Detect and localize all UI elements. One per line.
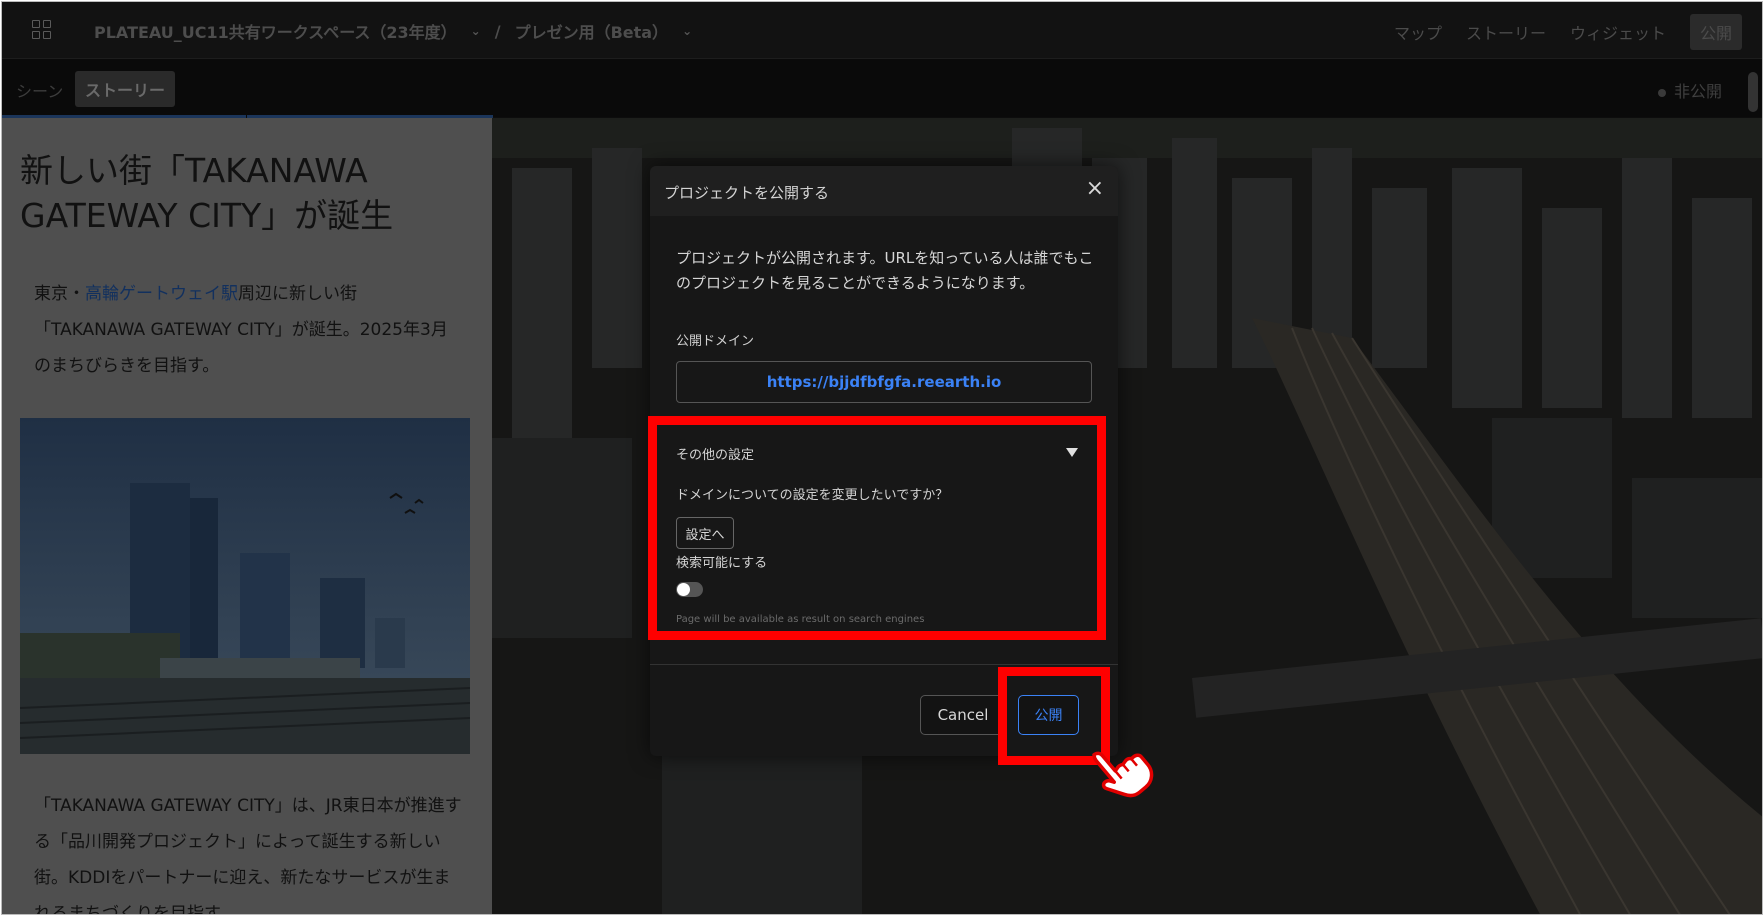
nav-map[interactable]: マップ bbox=[1394, 20, 1442, 44]
domain-label: 公開ドメイン bbox=[676, 334, 755, 349]
scrollbar[interactable] bbox=[1748, 72, 1758, 112]
apps-grid-icon[interactable] bbox=[32, 20, 52, 40]
annotation-highlight-settings bbox=[648, 416, 1106, 640]
dialog-header: プロジェクトを公開する × bbox=[650, 166, 1118, 216]
dialog-description: プロジェクトが公開されます。URLを知っている人は誰でもこのプロジェクトを見るこ… bbox=[676, 249, 1094, 292]
publish-status-label: 非公開 bbox=[1673, 82, 1722, 101]
cancel-button[interactable]: Cancel bbox=[920, 695, 1006, 735]
chevron-down-icon[interactable]: ⌄ bbox=[682, 24, 692, 38]
workspace-name[interactable]: PLATEAU_UC11共有ワークスペース（23年度） bbox=[94, 19, 457, 43]
app-window: PLATEAU_UC11共有ワークスペース（23年度） ⌄ / プレゼン用（Be… bbox=[1, 1, 1763, 915]
dialog-divider bbox=[650, 664, 1118, 665]
domain-url-link[interactable]: https://bjjdfbfgfa.reearth.io bbox=[767, 373, 1002, 391]
nav-publish-button[interactable]: 公開 bbox=[1689, 14, 1742, 50]
story-paragraph: 「TAKANAWA GATEWAY CITY」は、JR東日本が推進する「品川開発… bbox=[34, 796, 462, 915]
tab-story[interactable]: ストーリー bbox=[75, 71, 176, 107]
top-header: PLATEAU_UC11共有ワークスペース（23年度） ⌄ / プレゼン用（Be… bbox=[2, 2, 1762, 59]
status-dot-icon bbox=[1657, 88, 1666, 97]
station-link[interactable]: 高輪ゲートウェイ駅 bbox=[85, 284, 238, 304]
story-panel: 新しい街「TAKANAWA GATEWAY CITY」が誕生 東京・高輪ゲートウ… bbox=[2, 118, 492, 915]
pointer-hand-icon bbox=[1092, 751, 1154, 798]
breadcrumb: PLATEAU_UC11共有ワークスペース（23年度） ⌄ / プレゼン用（Be… bbox=[94, 19, 692, 43]
story-text: 東京・ bbox=[34, 284, 85, 304]
story-paragraph: 東京・高輪ゲートウェイ駅周辺に新しい街「TAKANAWA GATEWAY CIT… bbox=[34, 276, 454, 384]
sub-toolbar: シーン ストーリー 非公開 bbox=[2, 59, 1762, 117]
chevron-down-icon[interactable]: ⌄ bbox=[471, 24, 481, 38]
breadcrumb-separator: / bbox=[494, 21, 501, 41]
story-title: 新しい街「TAKANAWA GATEWAY CITY」が誕生 bbox=[20, 151, 394, 235]
nav-widget[interactable]: ウィジェット bbox=[1570, 20, 1666, 44]
top-nav: マップ ストーリー ウィジェット 公開 bbox=[1394, 14, 1742, 50]
project-name[interactable]: プレゼン用（Beta） bbox=[515, 19, 669, 43]
dialog-title: プロジェクトを公開する bbox=[664, 184, 830, 202]
tab-scene[interactable]: シーン bbox=[16, 78, 63, 102]
city-rendering-image bbox=[20, 418, 470, 754]
close-icon[interactable]: × bbox=[1086, 178, 1104, 200]
domain-box: https://bjjdfbfgfa.reearth.io bbox=[676, 361, 1092, 403]
nav-story[interactable]: ストーリー bbox=[1466, 20, 1546, 44]
publish-status[interactable]: 非公開 bbox=[1657, 78, 1722, 102]
